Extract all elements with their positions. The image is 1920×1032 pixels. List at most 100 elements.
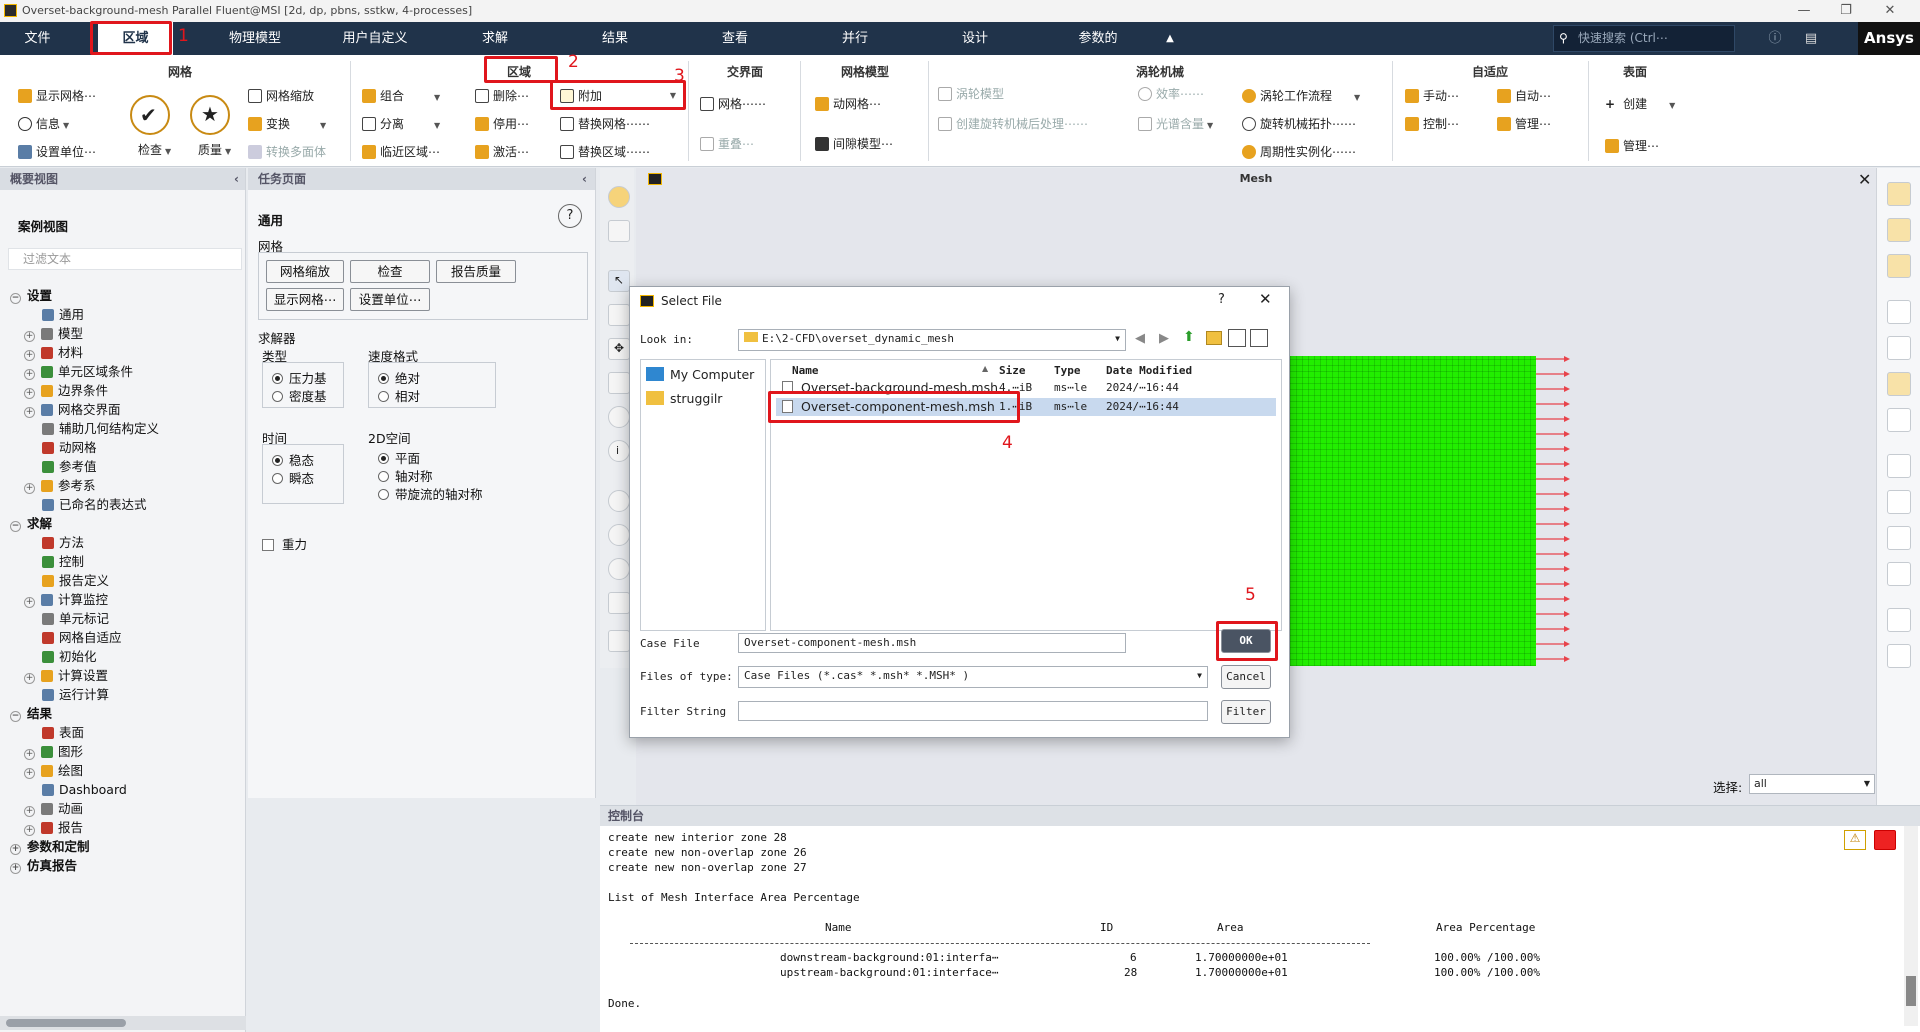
layers-icon[interactable] — [1887, 372, 1911, 396]
pointer-icon[interactable]: ↖ — [608, 270, 630, 292]
radio-transient[interactable]: 瞬态 — [272, 468, 314, 487]
mesh-scale-button[interactable]: 网格缩放 — [248, 87, 314, 105]
expand-icon[interactable]: + — [24, 825, 35, 836]
expand-icon[interactable]: + — [10, 844, 21, 855]
task-mesh-scale-button[interactable]: 网格缩放 — [266, 260, 344, 283]
radio-axisymmetric-swirl[interactable]: 带旋流的轴对称 — [378, 484, 483, 503]
camera-icon[interactable] — [1887, 644, 1911, 668]
info-button[interactable]: 信息 ▼ — [18, 115, 69, 133]
menu-user-defined[interactable]: 用户自定义 — [335, 22, 415, 55]
efficiency-button[interactable]: 效率⋯⋯ — [1138, 85, 1204, 103]
replace-mesh-button[interactable]: 替换网格⋯⋯ — [560, 115, 650, 133]
convert-polyhedra-button[interactable]: 转换多面体 — [248, 143, 326, 161]
zoom-icon[interactable] — [608, 406, 630, 428]
combine-button[interactable]: 组合 ▼ — [362, 87, 440, 105]
menu-file[interactable]: 文件 — [10, 22, 65, 55]
zoom-fit-icon[interactable] — [608, 186, 630, 208]
menu-physics[interactable]: 物理模型 — [215, 22, 295, 55]
outline-filter-input[interactable]: 过滤文本 — [8, 248, 242, 270]
outline-scrollbar[interactable] — [0, 1016, 246, 1030]
adapt-manage-button[interactable]: 管理⋯ — [1497, 115, 1551, 133]
tree-item[interactable]: 网格自适应 — [42, 628, 122, 647]
list-view-icon[interactable] — [1228, 329, 1246, 347]
radio-axisymmetric[interactable]: 轴对称 — [378, 466, 433, 485]
dialog-help-button[interactable]: ? — [1218, 292, 1225, 307]
expand-icon[interactable]: + — [24, 673, 35, 684]
view-top-icon[interactable] — [1887, 254, 1911, 278]
zoom-reset-icon[interactable] — [608, 558, 630, 580]
warning-icon[interactable]: ⚠ — [1844, 830, 1866, 850]
rotate-icon[interactable] — [608, 304, 630, 326]
expand-icon[interactable]: + — [10, 863, 21, 874]
separate-button[interactable]: 分离 ▼ — [362, 115, 440, 133]
delete-zone-button[interactable]: 删除⋯ — [475, 87, 529, 105]
task-display-mesh-button[interactable]: 显示网格⋯ — [266, 288, 344, 311]
forward-icon[interactable]: ▶ — [1159, 331, 1169, 346]
eye-icon[interactable] — [1887, 300, 1911, 324]
surface-manage-button[interactable]: 管理⋯ — [1605, 137, 1659, 155]
cancel-button[interactable]: Cancel — [1221, 665, 1271, 689]
col-size[interactable]: Size — [999, 364, 1026, 377]
replace-zone-button[interactable]: 替换区域⋯⋯ — [560, 143, 650, 161]
adjacency-button[interactable]: 临近区域⋯ — [362, 143, 440, 161]
surface-create-button[interactable]: + 创建 ▼ — [1605, 95, 1675, 113]
panel-toggle-icon[interactable]: ▤ — [1800, 22, 1822, 55]
stop-icon[interactable] — [1874, 830, 1896, 850]
tree-item[interactable]: 动网格 — [42, 438, 97, 457]
tree-item[interactable]: 通用 — [42, 305, 84, 324]
up-folder-icon[interactable]: ⬆ — [1183, 329, 1195, 345]
tree-item[interactable]: 报告定义 — [42, 571, 109, 590]
axes-icon[interactable] — [608, 592, 630, 614]
expand-icon[interactable]: + — [24, 350, 35, 361]
turbo-workflow-button[interactable]: 涡轮工作流程 ▼ — [1242, 87, 1360, 105]
periodic-instancing-button[interactable]: 周期性实例化⋯⋯ — [1242, 143, 1356, 161]
look-in-dropdown[interactable]: E:\2-CFD\overset_dynamic_mesh ▼ — [738, 329, 1126, 351]
zoom-in-icon[interactable] — [608, 490, 630, 512]
expand-icon[interactable]: + — [24, 388, 35, 399]
expand-icon[interactable]: + — [24, 483, 35, 494]
set-units-button[interactable]: 设置单位⋯ — [18, 143, 96, 161]
probe-info-icon[interactable]: i — [608, 440, 630, 462]
close-graphics-icon[interactable]: ✕ — [1858, 170, 1871, 189]
activate-button[interactable]: 激活⋯ — [475, 143, 529, 161]
radio-density-based[interactable]: 密度基 — [272, 386, 327, 405]
expand-icon[interactable]: + — [24, 407, 35, 418]
tree-item[interactable]: 已命名的表达式 — [42, 495, 147, 514]
transform-button[interactable]: 变换 ▼ — [248, 115, 326, 133]
collapse-icon[interactable]: − — [10, 521, 21, 532]
view-side-icon[interactable] — [1887, 218, 1911, 242]
zoom-out-icon[interactable] — [608, 524, 630, 546]
tree-item[interactable]: + 边界条件 — [24, 381, 108, 400]
pan-icon[interactable]: ✥ — [608, 338, 630, 360]
new-folder-icon[interactable] — [1206, 331, 1222, 345]
filter-button[interactable]: Filter — [1221, 700, 1271, 724]
col-name[interactable]: Name — [792, 364, 819, 377]
gravity-checkbox[interactable]: 重力 — [262, 534, 307, 553]
plot-icon[interactable] — [1887, 454, 1911, 478]
collapse-task-icon[interactable]: ‹ — [582, 168, 587, 190]
tree-item[interactable]: + 绘图 — [24, 761, 83, 780]
zoom-box-icon[interactable] — [608, 372, 630, 394]
lock-icon[interactable] — [608, 630, 630, 652]
radio-steady[interactable]: 稳态 — [272, 450, 314, 469]
undo-icon[interactable] — [1887, 408, 1911, 432]
tree-item[interactable]: + 报告 — [24, 818, 83, 837]
tree-item[interactable]: 单元标记 — [42, 609, 109, 628]
tree-item[interactable]: + 计算监控 — [24, 590, 108, 609]
tree-item[interactable]: 辅助几何结构定义 — [42, 419, 159, 438]
show-mesh-button[interactable]: 显示网格⋯ — [18, 87, 96, 105]
tree-item[interactable]: 参考值 — [42, 457, 97, 476]
console-scrollbar[interactable] — [1904, 826, 1918, 1026]
back-icon[interactable]: ◀ — [1135, 331, 1145, 346]
view-front-icon[interactable] — [1887, 182, 1911, 206]
radio-pressure-based[interactable]: 压力基 — [272, 368, 327, 387]
collapse-icon[interactable]: − — [10, 293, 21, 304]
radio-planar[interactable]: 平面 — [378, 448, 420, 467]
menu-results[interactable]: 结果 — [590, 22, 640, 55]
tree-item[interactable]: + 单元区域条件 — [24, 362, 133, 381]
tree-item[interactable]: + 网格交界面 — [24, 400, 121, 419]
radio-absolute[interactable]: 绝对 — [378, 368, 420, 387]
menu-parametric[interactable]: 参数的 — [1068, 22, 1128, 55]
filter-string-input[interactable] — [738, 701, 1208, 721]
tree-item[interactable]: + 仿真报告 — [10, 856, 77, 875]
